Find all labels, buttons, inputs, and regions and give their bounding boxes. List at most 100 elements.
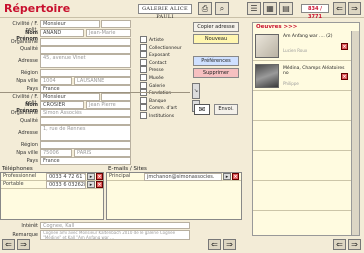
list-item bbox=[253, 181, 351, 211]
new-button[interactable]: Nouveau bbox=[193, 34, 239, 44]
emails-table: Principal jmchanon@simonassocies. ▸ × bbox=[106, 172, 242, 220]
list-item bbox=[253, 91, 351, 121]
category-item[interactable]: Comm. d'art bbox=[140, 104, 192, 112]
search-icon[interactable]: ⌕ bbox=[215, 2, 229, 15]
organisme-field-2[interactable]: Simon Associés bbox=[40, 109, 131, 117]
category-item[interactable]: Artiste bbox=[140, 36, 192, 44]
table-row[interactable]: Principal jmchanon@simonassocies. ▸ × bbox=[107, 173, 241, 181]
prenom-field-2[interactable]: Jean Pierre bbox=[86, 101, 131, 109]
bottom-prev-button-3[interactable]: ⇐ bbox=[333, 239, 346, 250]
table-row[interactable]: Portable 0033 6 03262890 ▸ × bbox=[1, 181, 103, 189]
remarque-field[interactable]: Cognee ami avec Monsieur Kaltenbach 2010… bbox=[40, 230, 190, 240]
region-field-2[interactable] bbox=[40, 141, 131, 149]
delete-email-icon[interactable]: × bbox=[232, 173, 239, 180]
remove-artwork-icon[interactable]: × bbox=[341, 43, 348, 50]
delete-phone-icon[interactable]: × bbox=[96, 181, 103, 188]
list-item[interactable]: Médina, Champs Aléatoires no Philippe × bbox=[253, 61, 351, 91]
checkbox[interactable] bbox=[140, 81, 147, 89]
qualite-field-2[interactable] bbox=[40, 117, 131, 125]
civilite-field-2[interactable]: Monsieur bbox=[40, 93, 100, 101]
oeuvres-title[interactable]: Oeuvres >>> bbox=[256, 24, 297, 30]
category-item[interactable]: Presse bbox=[140, 66, 192, 74]
bottom-next-button-2[interactable]: ⇒ bbox=[223, 239, 236, 250]
next-record-button[interactable]: ⇒ bbox=[348, 2, 361, 15]
adresse-label: Adresse bbox=[18, 58, 38, 64]
category-item[interactable]: Galerie bbox=[140, 81, 192, 90]
send-button[interactable]: Envoi. bbox=[214, 104, 238, 115]
interet-label: Intérêt bbox=[21, 223, 38, 229]
page-title: Répertoire bbox=[4, 2, 71, 15]
npa-field-2[interactable]: 75006 bbox=[40, 149, 72, 157]
email-type[interactable]: Principal bbox=[107, 173, 143, 181]
envelope-icon[interactable]: ✉ bbox=[194, 104, 210, 115]
email-menu-icon[interactable]: ▸ bbox=[223, 173, 231, 180]
phone-menu-icon[interactable]: ▸ bbox=[87, 181, 95, 188]
bottom-next-button-3[interactable]: ⇒ bbox=[348, 239, 361, 250]
qualite-field[interactable] bbox=[40, 46, 131, 54]
preferences-button[interactable]: Préférences bbox=[193, 56, 239, 66]
checkbox[interactable] bbox=[140, 58, 147, 66]
organisme-field[interactable] bbox=[40, 38, 131, 46]
category-item[interactable]: Musée bbox=[140, 73, 192, 82]
bottom-next-button[interactable]: ⇒ bbox=[17, 239, 30, 250]
nom-field[interactable]: ANAND bbox=[40, 29, 84, 37]
artwork-thumbnail[interactable] bbox=[255, 34, 279, 58]
category-item[interactable]: Collectionneur bbox=[140, 43, 192, 52]
delete-phone-icon[interactable]: × bbox=[96, 173, 103, 180]
table-row[interactable]: Professionnel 0033 4 72 61 75 15 ▸ × bbox=[1, 173, 103, 181]
checkbox[interactable] bbox=[140, 43, 147, 51]
category-item[interactable]: Institutions bbox=[140, 111, 192, 120]
bottom-prev-button[interactable]: ⇐ bbox=[2, 239, 15, 250]
phones-table: Professionnel 0033 4 72 61 75 15 ▸ × Por… bbox=[0, 172, 104, 220]
npa-label-2: Npa ville bbox=[16, 150, 38, 156]
f-polit-field[interactable] bbox=[101, 20, 131, 28]
category-item[interactable]: Contact bbox=[140, 58, 192, 67]
pays-field-2[interactable]: France bbox=[40, 157, 131, 165]
category-list: Artiste Collectionneur Exposant Contact … bbox=[140, 36, 192, 119]
ville-field-2[interactable]: PARIS bbox=[74, 149, 131, 157]
list-icon[interactable]: ☰ bbox=[247, 2, 261, 15]
list-item[interactable]: Am Anfang war .... (2) Lucien Roux × bbox=[253, 31, 351, 61]
swap-down-icon[interactable]: ↘ bbox=[192, 83, 200, 99]
email-address[interactable]: jmchanon@simonassocies. bbox=[144, 173, 222, 181]
checkbox[interactable] bbox=[140, 36, 147, 43]
grid-icon[interactable]: ▦ bbox=[263, 2, 277, 15]
nom-field-2[interactable]: CROSIER bbox=[40, 101, 84, 109]
category-item[interactable]: Banque bbox=[140, 96, 192, 105]
region-field[interactable] bbox=[40, 69, 131, 77]
delete-button[interactable]: Supprimer bbox=[193, 68, 239, 78]
checkbox[interactable] bbox=[140, 73, 147, 81]
phone-type[interactable]: Portable bbox=[1, 181, 45, 189]
card-icon[interactable]: ▤ bbox=[279, 2, 293, 15]
category-item[interactable]: Exposant bbox=[140, 51, 192, 59]
artwork-artist: Lucien Roux bbox=[283, 48, 308, 53]
checkbox[interactable] bbox=[140, 66, 147, 74]
bottom-prev-button-2[interactable]: ⇐ bbox=[208, 239, 221, 250]
checkbox[interactable] bbox=[140, 104, 147, 112]
npa-field[interactable]: 1004 bbox=[40, 77, 72, 85]
artwork-thumbnail[interactable] bbox=[255, 64, 279, 88]
adresse-field[interactable]: 45, avenue Vinet bbox=[40, 54, 131, 68]
remove-artwork-icon[interactable]: × bbox=[341, 73, 348, 80]
interet-field[interactable]: Cognee, Kall bbox=[40, 222, 190, 229]
checkbox[interactable] bbox=[140, 111, 147, 119]
ville-field[interactable]: LAUSANNE bbox=[74, 77, 131, 85]
adresse-field-2[interactable]: 1, rue de Rennes bbox=[40, 125, 131, 141]
print-icon[interactable]: ⎙ bbox=[198, 2, 212, 15]
npa-label: Npa ville bbox=[16, 78, 38, 84]
copy-address-button[interactable]: Copier adresse bbox=[193, 22, 239, 32]
phone-type[interactable]: Professionnel bbox=[1, 173, 45, 181]
oeuvres-scrollbar[interactable] bbox=[351, 31, 359, 235]
checkbox[interactable] bbox=[140, 51, 147, 59]
phone-number[interactable]: 0033 4 72 61 75 15 bbox=[46, 173, 86, 181]
checkbox[interactable] bbox=[140, 96, 147, 104]
f-polit-field-2[interactable] bbox=[101, 93, 131, 101]
remarque-label: Remarque bbox=[12, 232, 38, 238]
prenom-field[interactable]: Jean-Marie bbox=[86, 29, 131, 37]
adresse-label-2: Adresse bbox=[18, 130, 38, 136]
civilite-field[interactable]: Monsieur bbox=[40, 20, 100, 28]
phone-menu-icon[interactable]: ▸ bbox=[87, 173, 95, 180]
prev-record-button[interactable]: ⇐ bbox=[333, 2, 346, 15]
phone-number[interactable]: 0033 6 03262890 bbox=[46, 181, 86, 189]
region-label: Région bbox=[20, 70, 38, 76]
